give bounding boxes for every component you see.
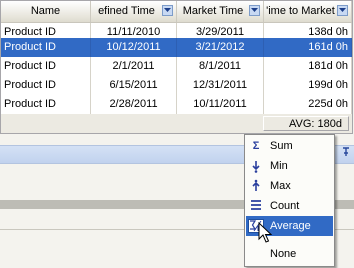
menu-item-label: Max — [270, 180, 291, 192]
cell-defined-time: 10/12/2011 — [91, 38, 177, 58]
table-row[interactable]: Product ID 2/28/2011 10/11/2011 225d 0h — [1, 95, 352, 115]
cell-time-to-market: 181d 0h — [264, 57, 352, 77]
cell-name: Product ID — [1, 76, 91, 96]
column-header-label: efined Time — [98, 5, 155, 17]
aggregate-summary-cell[interactable]: AVG: 180d 19h — [263, 116, 349, 131]
cell-time-to-market: 225d 0h — [264, 95, 352, 115]
count-icon — [248, 199, 264, 213]
aggregate-context-menu: Σ Sum Min Max Count Average None — [244, 134, 335, 267]
grid-header: Name efined Time Market Time 'ime to Mar… — [1, 1, 352, 23]
column-filter-dropdown-icon[interactable] — [337, 5, 348, 16]
menu-item-label: Count — [270, 200, 300, 212]
sum-icon: Σ — [252, 140, 260, 152]
menu-item-count[interactable]: Count — [246, 196, 333, 216]
pin-icon[interactable] — [341, 147, 351, 160]
menu-item-max[interactable]: Max — [246, 176, 333, 196]
cell-defined-time: 6/15/2011 — [91, 76, 177, 96]
table-row[interactable]: Product ID 6/15/2011 12/31/2011 199d 0h — [1, 76, 352, 96]
menu-item-label: Sum — [270, 140, 293, 152]
column-header-name[interactable]: Name — [1, 1, 91, 22]
table-row-selected[interactable]: Product ID 10/12/2011 3/21/2012 161d 0h — [1, 38, 352, 58]
column-filter-dropdown-icon[interactable] — [162, 5, 173, 16]
mouse-pointer-icon — [258, 221, 273, 247]
menu-item-none[interactable]: None — [246, 244, 333, 264]
cell-time-to-market: 161d 0h — [264, 38, 352, 58]
column-header-time-to-market[interactable]: 'ime to Market — [264, 1, 352, 22]
column-header-defined-time[interactable]: efined Time — [91, 1, 177, 22]
cell-market-time: 8/1/2011 — [177, 57, 264, 77]
menu-item-sum[interactable]: Σ Sum — [246, 136, 333, 156]
menu-item-label: Min — [270, 160, 288, 172]
table-row[interactable]: Product ID 2/1/2011 8/1/2011 181d 0h — [1, 57, 352, 77]
menu-item-min[interactable]: Min — [246, 156, 333, 176]
cell-market-time: 3/21/2012 — [177, 38, 264, 58]
cell-market-time: 10/11/2011 — [177, 95, 264, 115]
column-header-market-time[interactable]: Market Time — [177, 1, 264, 22]
menu-item-label: Average — [270, 220, 311, 232]
menu-item-label: None — [270, 248, 297, 260]
cell-name: Product ID — [1, 57, 91, 77]
cell-market-time: 12/31/2011 — [177, 76, 264, 96]
max-icon — [248, 179, 264, 193]
cell-defined-time: 2/1/2011 — [91, 57, 177, 77]
data-grid: Name efined Time Market Time 'ime to Mar… — [0, 0, 353, 134]
cell-name: Product ID — [1, 95, 91, 115]
cell-name: Product ID — [1, 38, 91, 58]
min-icon — [248, 159, 264, 173]
cell-defined-time: 2/28/2011 — [91, 95, 177, 115]
cell-time-to-market: 199d 0h — [264, 76, 352, 96]
column-header-label: Market Time — [182, 5, 244, 17]
column-filter-dropdown-icon[interactable] — [249, 5, 260, 16]
column-header-label: Name — [30, 5, 61, 17]
grid-footer: AVG: 180d 19h — [1, 114, 352, 133]
